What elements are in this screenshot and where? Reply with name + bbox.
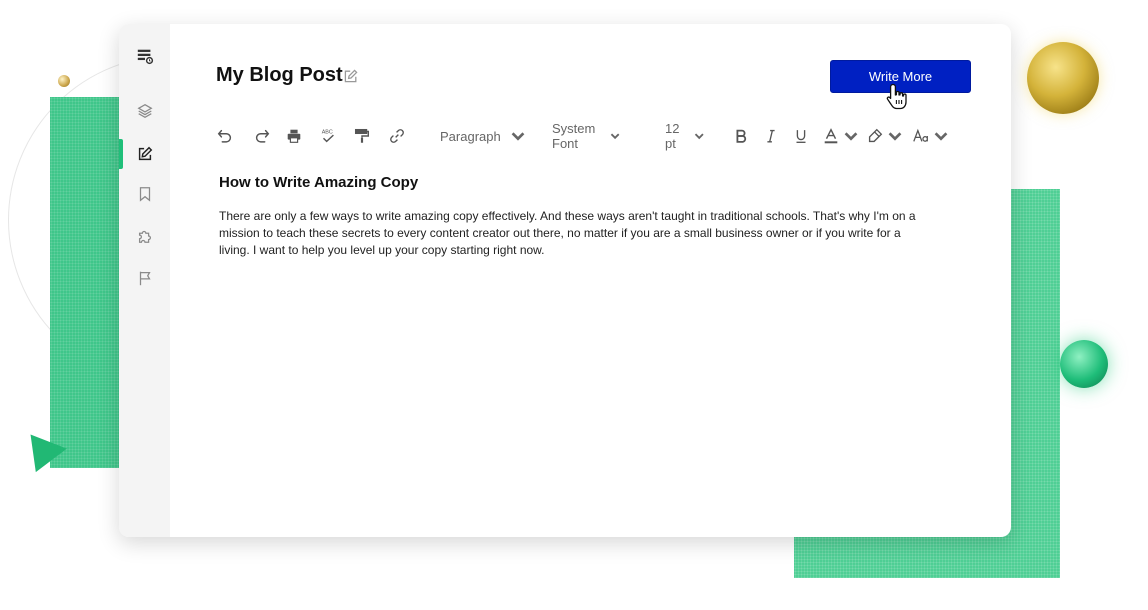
editor-window: My Blog Post Write More ABC Paragraph Sy… bbox=[119, 24, 1011, 537]
font-size-select[interactable]: 12 pt bbox=[665, 121, 705, 151]
puzzle-icon bbox=[138, 230, 151, 243]
insert-link-button[interactable] bbox=[388, 124, 406, 148]
sidebar-item-bookmark[interactable] bbox=[119, 179, 170, 209]
font-family-value: System Font bbox=[552, 121, 596, 151]
edit-icon bbox=[138, 146, 152, 161]
chevron-down-icon bbox=[694, 133, 704, 140]
text-case-button[interactable] bbox=[912, 124, 950, 148]
chevron-down-icon bbox=[888, 132, 902, 141]
bold-icon bbox=[736, 129, 747, 143]
layers-icon bbox=[136, 103, 153, 119]
paragraph-style-select[interactable]: Paragraph bbox=[440, 124, 527, 148]
underline-icon bbox=[796, 130, 806, 143]
spellcheck-button[interactable]: ABC bbox=[319, 124, 337, 148]
italic-button[interactable] bbox=[762, 124, 780, 148]
sidebar-item-layers[interactable] bbox=[119, 96, 170, 126]
paragraph-style-value: Paragraph bbox=[440, 128, 501, 144]
chevron-down-icon bbox=[610, 133, 620, 140]
bookmark-icon bbox=[139, 187, 150, 202]
paint-roller-icon bbox=[354, 128, 370, 143]
text-color-icon bbox=[824, 128, 838, 144]
underline-button[interactable] bbox=[792, 124, 810, 148]
decorative-gold-sphere bbox=[1027, 42, 1099, 114]
chevron-down-icon bbox=[511, 132, 525, 141]
undo-button[interactable] bbox=[216, 124, 234, 148]
svg-text:ABC: ABC bbox=[322, 129, 333, 135]
text-color-button[interactable] bbox=[822, 124, 860, 148]
edit-title-icon[interactable] bbox=[343, 68, 359, 84]
app-logo-icon[interactable] bbox=[119, 41, 170, 71]
redo-icon bbox=[255, 129, 270, 143]
format-painter-button[interactable] bbox=[353, 124, 371, 148]
italic-icon bbox=[767, 129, 775, 143]
redo-button[interactable] bbox=[253, 124, 271, 148]
sidebar-item-edit[interactable] bbox=[119, 139, 170, 169]
decorative-green-panel-left bbox=[50, 97, 125, 468]
sidebar-item-extensions[interactable] bbox=[119, 221, 170, 251]
spellcheck-icon: ABC bbox=[322, 129, 334, 143]
sidebar bbox=[119, 24, 170, 537]
decorative-green-orb bbox=[1060, 340, 1108, 388]
decorative-triangle bbox=[30, 429, 70, 473]
flag-icon bbox=[139, 271, 151, 286]
font-size-value: 12 pt bbox=[665, 121, 680, 151]
decorative-bead bbox=[58, 75, 70, 87]
print-icon bbox=[287, 129, 301, 143]
chevron-down-icon bbox=[844, 132, 858, 141]
hand-cursor-icon bbox=[886, 83, 907, 110]
page-title: My Blog Post bbox=[216, 64, 343, 86]
highlight-button[interactable] bbox=[866, 124, 904, 148]
text-case-icon bbox=[913, 128, 928, 142]
bold-button[interactable] bbox=[732, 124, 750, 148]
chevron-down-icon bbox=[934, 132, 948, 141]
font-family-select[interactable]: System Font bbox=[552, 121, 621, 151]
document-heading[interactable]: How to Write Amazing Copy bbox=[219, 174, 418, 191]
link-icon bbox=[390, 129, 404, 143]
undo-icon bbox=[217, 129, 232, 143]
sidebar-item-flag[interactable] bbox=[119, 263, 170, 293]
highlighter-icon bbox=[868, 128, 883, 143]
document-body[interactable]: There are only a few ways to write amazi… bbox=[219, 208, 919, 259]
print-button[interactable] bbox=[285, 124, 303, 148]
